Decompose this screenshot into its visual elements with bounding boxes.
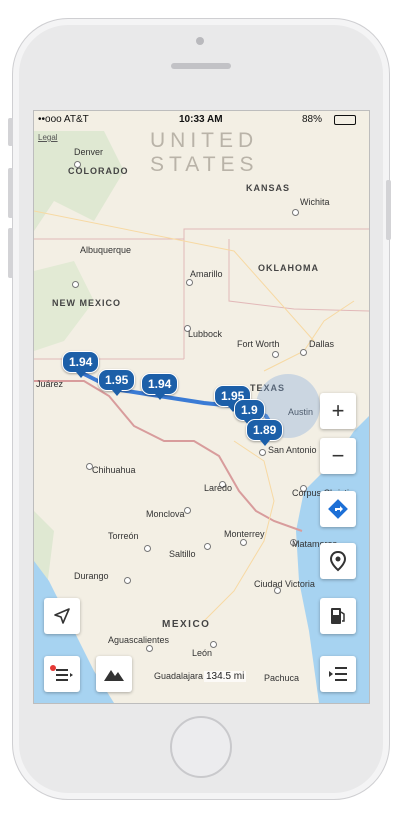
city-dot — [210, 641, 217, 648]
location-pin-icon — [329, 550, 347, 572]
menu-list-button[interactable] — [320, 656, 356, 692]
status-bar: ••ooo AT&T 10:33 AM 88% — [34, 111, 369, 129]
city-dot — [72, 281, 79, 288]
city-label: Wichita — [300, 197, 330, 207]
location-pin-button[interactable] — [320, 543, 356, 579]
location-arrow-icon — [54, 608, 70, 624]
plus-icon: + — [331, 398, 345, 423]
city-label: Durango — [74, 571, 109, 581]
state-label: KANSAS — [246, 183, 291, 193]
city-dot — [240, 539, 247, 546]
city-dot — [300, 349, 307, 356]
earpiece-speaker — [171, 63, 231, 69]
city-label: Ciudad Victoria — [254, 579, 315, 589]
app-screen: ••ooo AT&T 10:33 AM 88% Legal UNITED STA… — [33, 110, 370, 704]
gas-price-pin[interactable]: 1.89 — [246, 419, 284, 446]
city-label: Chihuahua — [92, 465, 136, 475]
country-label-mexico: MEXICO — [162, 619, 211, 630]
volume-down-button — [8, 228, 13, 278]
city-label: Guadalajara — [154, 671, 204, 681]
list-arrow-icon — [329, 667, 347, 681]
city-dot — [184, 507, 191, 514]
city-dot — [74, 161, 81, 168]
border-line — [228, 239, 369, 312]
city-label: San Antonio — [268, 445, 317, 455]
carrier-text: ••ooo AT&T — [38, 114, 89, 125]
mountain-icon — [104, 670, 124, 681]
city-label: Albuquerque — [80, 245, 132, 255]
city-label: Laredo — [204, 483, 233, 493]
city-label: Aguascalientes — [108, 635, 170, 645]
gas-price-pin[interactable]: 1.94 — [62, 351, 100, 378]
city-label: Torreón — [108, 531, 139, 541]
gas-station-button[interactable] — [320, 598, 356, 634]
city-label: Fort Worth — [237, 339, 280, 349]
city-label: Monclova — [146, 509, 185, 519]
city-label: Amarillo — [190, 269, 223, 279]
border-line — [34, 228, 369, 240]
mute-switch — [8, 118, 13, 146]
city-dot — [146, 645, 153, 652]
city-label: Saltillo — [169, 549, 196, 559]
city-dot — [204, 543, 211, 550]
gas-price-pin[interactable]: 1.94 — [141, 373, 179, 400]
city-dot — [272, 351, 279, 358]
city-label: Lubbock — [188, 329, 223, 339]
map-type-button[interactable] — [96, 656, 132, 692]
terrain-colorado — [34, 131, 124, 231]
city-dot — [144, 545, 151, 552]
city-label: Juárez — [36, 379, 64, 389]
legal-link[interactable]: Legal — [38, 133, 58, 142]
city-label: Pachuca — [264, 673, 300, 683]
city-dot — [124, 577, 131, 584]
fuel-pump-icon — [331, 608, 345, 624]
city-dot — [259, 449, 266, 456]
city-label: Monterrey — [224, 529, 265, 539]
zoom-in-button[interactable]: + — [320, 393, 356, 429]
home-button[interactable] — [170, 716, 232, 778]
city-dot — [186, 279, 193, 286]
gas-price-pin[interactable]: 1.95 — [98, 369, 136, 396]
city-label: Dallas — [309, 339, 335, 349]
country-label: UNITED STATES — [150, 129, 259, 176]
clock: 10:33 AM — [179, 114, 223, 125]
filter-list-button[interactable] — [44, 656, 80, 692]
city-dot — [292, 209, 299, 216]
gas-price-pin[interactable]: 1.9 — [234, 399, 265, 426]
state-label: OKLAHOMA — [258, 263, 319, 273]
minus-icon: − — [331, 443, 345, 468]
directions-button[interactable] — [320, 491, 356, 527]
current-location-button[interactable] — [44, 598, 80, 634]
scale-indicator: 134.5 mi — [204, 671, 247, 682]
filter-list-icon — [50, 665, 73, 681]
city-label: Denver — [74, 147, 104, 157]
front-camera — [196, 37, 204, 45]
battery-icon — [334, 115, 356, 125]
state-label: NEW MEXICO — [52, 298, 122, 308]
city-label: León — [192, 648, 213, 658]
directions-icon — [328, 499, 348, 519]
volume-up-button — [8, 168, 13, 218]
battery-percent: 88% — [302, 114, 323, 125]
zoom-out-button[interactable]: − — [320, 438, 356, 474]
power-button — [386, 180, 391, 240]
